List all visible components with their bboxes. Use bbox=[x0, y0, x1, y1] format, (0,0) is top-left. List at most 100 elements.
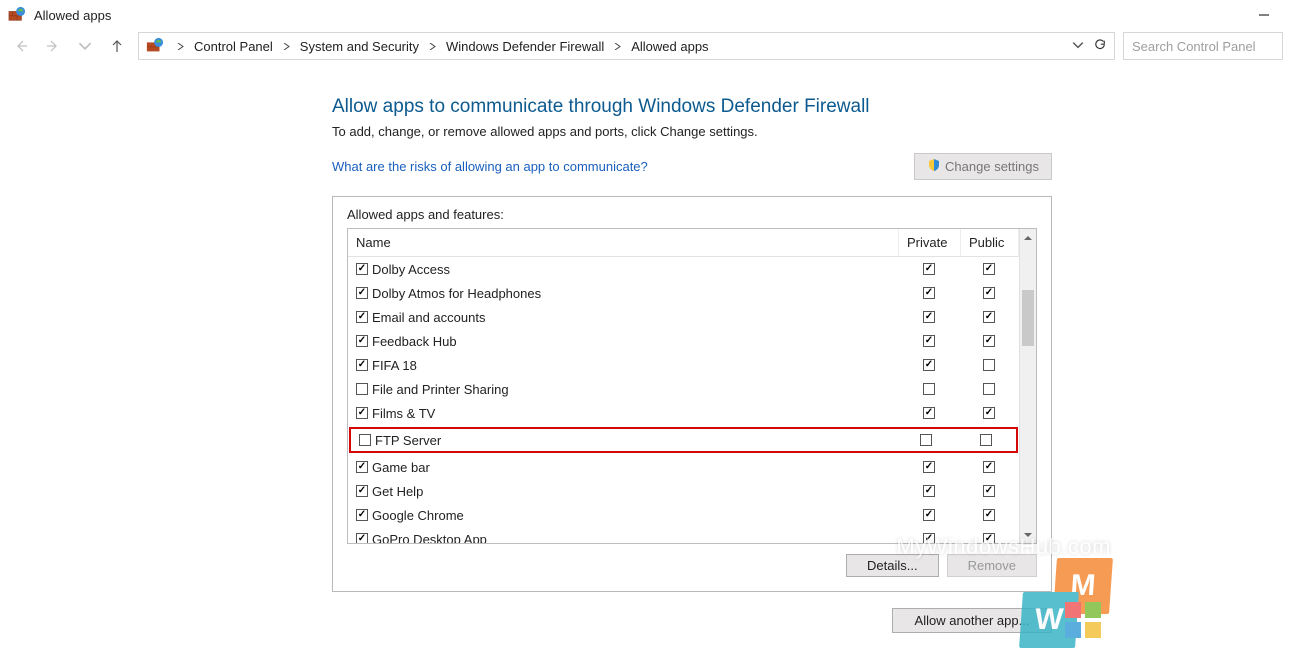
allow-another-app-button[interactable]: Allow another app... bbox=[892, 608, 1052, 633]
row-enabled-checkbox[interactable] bbox=[356, 263, 368, 275]
row-public-cell[interactable] bbox=[959, 407, 1019, 419]
row-name-cell[interactable]: File and Printer Sharing bbox=[348, 382, 899, 397]
row-name-cell[interactable]: FIFA 18 bbox=[348, 358, 899, 373]
row-enabled-checkbox[interactable] bbox=[356, 335, 368, 347]
row-public-checkbox[interactable] bbox=[983, 311, 995, 323]
breadcrumb-item[interactable]: Control Panel bbox=[192, 36, 275, 57]
table-row[interactable]: Email and accounts bbox=[348, 305, 1019, 329]
row-private-cell[interactable] bbox=[899, 461, 959, 473]
table-row[interactable]: Game bar bbox=[348, 455, 1019, 479]
row-name-cell[interactable]: Dolby Access bbox=[348, 262, 899, 277]
column-private[interactable]: Private bbox=[899, 229, 961, 256]
row-public-checkbox[interactable] bbox=[983, 335, 995, 347]
row-private-checkbox[interactable] bbox=[923, 311, 935, 323]
row-private-cell[interactable] bbox=[899, 263, 959, 275]
row-public-cell[interactable] bbox=[956, 434, 1016, 446]
row-public-checkbox[interactable] bbox=[983, 383, 995, 395]
row-private-checkbox[interactable] bbox=[923, 335, 935, 347]
row-name-cell[interactable]: FTP Server bbox=[351, 433, 896, 448]
row-public-cell[interactable] bbox=[959, 287, 1019, 299]
row-private-checkbox[interactable] bbox=[923, 407, 935, 419]
table-row[interactable]: GoPro Desktop App bbox=[348, 527, 1019, 543]
row-name-cell[interactable]: Game bar bbox=[348, 460, 899, 475]
row-public-checkbox[interactable] bbox=[983, 485, 995, 497]
back-button[interactable] bbox=[8, 35, 34, 57]
row-private-checkbox[interactable] bbox=[923, 533, 935, 543]
chevron-right-icon[interactable] bbox=[275, 43, 298, 50]
table-row[interactable]: FIFA 18 bbox=[348, 353, 1019, 377]
chevron-right-icon[interactable] bbox=[169, 43, 192, 50]
row-private-cell[interactable] bbox=[896, 434, 956, 446]
breadcrumb-item[interactable]: Windows Defender Firewall bbox=[444, 36, 606, 57]
row-public-checkbox[interactable] bbox=[983, 263, 995, 275]
row-public-cell[interactable] bbox=[959, 509, 1019, 521]
breadcrumb-item[interactable]: Allowed apps bbox=[629, 36, 710, 57]
scroll-up-icon[interactable] bbox=[1020, 229, 1036, 246]
row-private-checkbox[interactable] bbox=[923, 359, 935, 371]
row-private-checkbox[interactable] bbox=[923, 263, 935, 275]
row-enabled-checkbox[interactable] bbox=[356, 287, 368, 299]
table-row[interactable]: Feedback Hub bbox=[348, 329, 1019, 353]
row-private-cell[interactable] bbox=[899, 311, 959, 323]
table-row[interactable]: Dolby Atmos for Headphones bbox=[348, 281, 1019, 305]
column-public[interactable]: Public bbox=[961, 229, 1019, 256]
row-name-cell[interactable]: GoPro Desktop App bbox=[348, 532, 899, 544]
address-dropdown[interactable] bbox=[1072, 39, 1084, 54]
row-private-checkbox[interactable] bbox=[923, 383, 935, 395]
breadcrumb-item[interactable]: System and Security bbox=[298, 36, 421, 57]
row-enabled-checkbox[interactable] bbox=[356, 509, 368, 521]
row-enabled-checkbox[interactable] bbox=[356, 533, 368, 543]
scroll-down-icon[interactable] bbox=[1020, 526, 1036, 543]
table-row[interactable]: File and Printer Sharing bbox=[348, 377, 1019, 401]
risks-link[interactable]: What are the risks of allowing an app to… bbox=[332, 159, 648, 174]
row-name-cell[interactable]: Dolby Atmos for Headphones bbox=[348, 286, 899, 301]
chevron-right-icon[interactable] bbox=[421, 43, 444, 50]
row-name-cell[interactable]: Get Help bbox=[348, 484, 899, 499]
row-enabled-checkbox[interactable] bbox=[356, 461, 368, 473]
search-input[interactable]: Search Control Panel bbox=[1123, 32, 1283, 60]
row-public-checkbox[interactable] bbox=[983, 407, 995, 419]
table-row[interactable]: FTP Server bbox=[349, 427, 1018, 453]
row-enabled-checkbox[interactable] bbox=[356, 311, 368, 323]
row-private-cell[interactable] bbox=[899, 485, 959, 497]
row-enabled-checkbox[interactable] bbox=[356, 407, 368, 419]
row-private-cell[interactable] bbox=[899, 287, 959, 299]
row-private-cell[interactable] bbox=[899, 509, 959, 521]
address-bar[interactable]: Control Panel System and Security Window… bbox=[138, 32, 1115, 60]
table-row[interactable]: Google Chrome bbox=[348, 503, 1019, 527]
row-private-checkbox[interactable] bbox=[923, 485, 935, 497]
row-public-checkbox[interactable] bbox=[983, 461, 995, 473]
row-public-cell[interactable] bbox=[959, 533, 1019, 543]
row-private-checkbox[interactable] bbox=[923, 461, 935, 473]
row-public-cell[interactable] bbox=[959, 359, 1019, 371]
table-row[interactable]: Dolby Access bbox=[348, 257, 1019, 281]
row-private-cell[interactable] bbox=[899, 383, 959, 395]
row-public-cell[interactable] bbox=[959, 335, 1019, 347]
row-private-cell[interactable] bbox=[899, 533, 959, 543]
row-name-cell[interactable]: Email and accounts bbox=[348, 310, 899, 325]
table-row[interactable]: Films & TV bbox=[348, 401, 1019, 425]
row-private-checkbox[interactable] bbox=[920, 434, 932, 446]
row-enabled-checkbox[interactable] bbox=[356, 383, 368, 395]
remove-button[interactable]: Remove bbox=[947, 554, 1037, 577]
minimize-button[interactable] bbox=[1241, 0, 1287, 30]
chevron-right-icon[interactable] bbox=[606, 43, 629, 50]
row-name-cell[interactable]: Films & TV bbox=[348, 406, 899, 421]
row-public-checkbox[interactable] bbox=[983, 359, 995, 371]
change-settings-button[interactable]: Change settings bbox=[914, 153, 1052, 180]
forward-button[interactable] bbox=[40, 35, 66, 57]
refresh-button[interactable] bbox=[1094, 39, 1106, 54]
row-name-cell[interactable]: Google Chrome bbox=[348, 508, 899, 523]
row-private-cell[interactable] bbox=[899, 335, 959, 347]
row-public-checkbox[interactable] bbox=[980, 434, 992, 446]
row-public-cell[interactable] bbox=[959, 263, 1019, 275]
row-public-checkbox[interactable] bbox=[983, 533, 995, 543]
row-public-cell[interactable] bbox=[959, 383, 1019, 395]
details-button[interactable]: Details... bbox=[846, 554, 939, 577]
recent-dropdown[interactable] bbox=[72, 35, 98, 57]
row-public-checkbox[interactable] bbox=[983, 287, 995, 299]
row-private-checkbox[interactable] bbox=[923, 287, 935, 299]
row-enabled-checkbox[interactable] bbox=[356, 359, 368, 371]
row-public-cell[interactable] bbox=[959, 485, 1019, 497]
scroll-thumb[interactable] bbox=[1022, 290, 1034, 346]
